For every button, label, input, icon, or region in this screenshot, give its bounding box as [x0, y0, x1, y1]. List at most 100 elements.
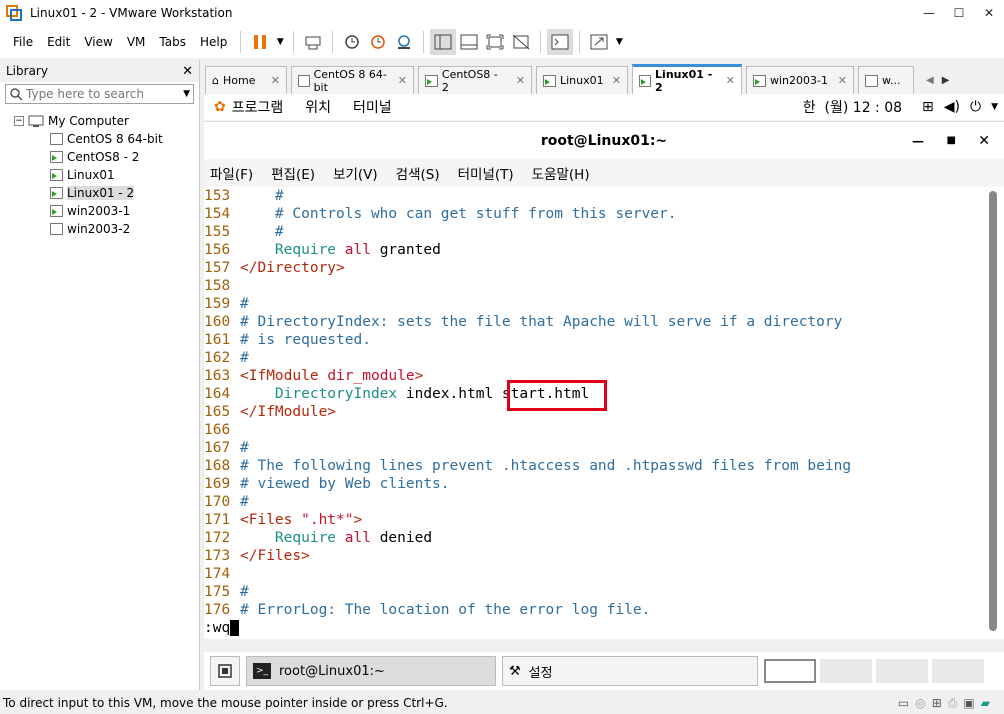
vm-tabs: ⌂ Home ✕ CentOS 8 64-bit ✕ CentOS8 - 2 ✕ Lin…: [205, 64, 1004, 94]
close-tab-icon[interactable]: ✕: [508, 74, 525, 87]
terminal-minimize-button[interactable]: —: [912, 134, 924, 148]
full-screen-icon[interactable]: [482, 29, 508, 55]
menu-view[interactable]: View: [77, 35, 119, 49]
terminal-menu-terminal[interactable]: 터미널(T): [458, 163, 514, 183]
tab-w[interactable]: w...: [858, 66, 914, 94]
tab-centos8-64bit[interactable]: CentOS 8 64-bit ✕: [291, 66, 414, 94]
vi-editor[interactable]: 153 # 154 # Controls who can get stuff fr…: [204, 187, 987, 639]
tab-scroll-right-icon[interactable]: ▶: [942, 75, 950, 86]
terminal-menu-view[interactable]: 보기(V): [333, 163, 378, 183]
terminal-scrollbar[interactable]: [987, 187, 1004, 639]
network-adapter-icon[interactable]: ⊞: [932, 696, 942, 710]
line-number: 176: [204, 602, 231, 618]
workspace-3[interactable]: [876, 659, 928, 683]
console-view-icon[interactable]: [547, 29, 574, 55]
tree-item-win2003-2[interactable]: win2003-2: [0, 220, 199, 238]
gnome-apps-icon: ✿: [214, 99, 226, 115]
code-line: 173 </Files>: [204, 548, 310, 564]
gnome-programs-menu[interactable]: 프로그램: [232, 97, 284, 117]
send-keys-icon[interactable]: [300, 29, 326, 55]
line-number: 172: [204, 530, 231, 546]
terminal-close-button[interactable]: ✕: [978, 133, 990, 149]
unity-icon[interactable]: [508, 29, 534, 55]
message-icon[interactable]: ▰: [981, 696, 990, 710]
tab-centos8-2[interactable]: CentOS8 - 2 ✕: [418, 66, 532, 94]
tab-linux01[interactable]: Linux01 ✕: [536, 66, 628, 94]
collapse-icon[interactable]: −: [14, 116, 24, 126]
running-vm-icon: [50, 169, 63, 181]
terminal-menu-edit[interactable]: 편집(E): [271, 163, 315, 183]
gnome-clock[interactable]: 한 (월) 12 : 08: [803, 97, 902, 117]
code-line: 154 # Controls who can get stuff from th…: [204, 206, 677, 222]
terminal-maximize-button[interactable]: ■: [947, 135, 956, 146]
tab-home[interactable]: ⌂ Home ✕: [205, 66, 287, 94]
code-line: 168 # The following lines prevent .htacce…: [204, 458, 852, 474]
menu-help[interactable]: Help: [193, 35, 234, 49]
hard-disk-icon[interactable]: ▭: [898, 696, 909, 710]
sound-icon[interactable]: ▣: [963, 696, 974, 710]
vi-command-line[interactable]: :wq: [204, 619, 987, 637]
printer-icon[interactable]: ⎙: [948, 696, 958, 711]
volume-icon[interactable]: ◀): [944, 99, 960, 115]
menu-edit[interactable]: Edit: [40, 35, 77, 49]
show-library-icon[interactable]: [430, 29, 457, 55]
library-search-input[interactable]: [26, 87, 184, 101]
close-tab-icon[interactable]: ✕: [390, 74, 407, 87]
tab-win2003-1[interactable]: win2003-1 ✕: [746, 66, 854, 94]
snapshot-manager-icon[interactable]: [391, 29, 417, 55]
terminal-menu-search[interactable]: 검색(S): [396, 163, 440, 183]
tree-item-centos8-64bit[interactable]: CentOS 8 64-bit: [0, 130, 199, 148]
close-tab-icon[interactable]: ✕: [263, 74, 280, 87]
line-number: 164: [204, 386, 231, 402]
tab-linux01-2[interactable]: Linux01 - 2 ✕: [632, 64, 742, 94]
chevron-down-icon[interactable]: ▼: [612, 29, 626, 55]
thumbnail-bar-icon[interactable]: [456, 29, 482, 55]
menu-tabs[interactable]: Tabs: [152, 35, 193, 49]
vm-tree: − My Computer CentOS 8 64-bit CentOS8 - …: [0, 112, 199, 238]
workspace-4[interactable]: [932, 659, 984, 683]
workspace-2[interactable]: [820, 659, 872, 683]
network-icon[interactable]: ⊞: [922, 99, 934, 115]
menu-file[interactable]: File: [6, 35, 40, 49]
tree-item-centos8-2[interactable]: CentOS8 - 2: [0, 148, 199, 166]
power-icon[interactable]: ⏻: [970, 99, 981, 115]
workspace-1[interactable]: [764, 659, 816, 683]
minimize-button[interactable]: —: [914, 0, 944, 26]
close-tab-icon[interactable]: ✕: [830, 74, 847, 87]
vm-icon: [865, 74, 878, 87]
terminal-menu-file[interactable]: 파일(F): [210, 163, 253, 183]
revert-snapshot-icon[interactable]: [365, 29, 391, 55]
taskbar-settings-button[interactable]: ⚒ 설정: [502, 656, 758, 686]
line-number: 157: [204, 260, 231, 276]
taskbar-terminal-button[interactable]: >_ root@Linux01:~: [246, 656, 496, 686]
terminal-menu-help[interactable]: 도움말(H): [532, 163, 590, 183]
gnome-terminal-menu[interactable]: 터미널: [353, 97, 392, 117]
tree-item-linux01[interactable]: Linux01: [0, 166, 199, 184]
close-tab-icon[interactable]: ✕: [604, 74, 621, 87]
title-bar: Linux01 - 2 - VMware Workstation — ☐ ✕: [0, 0, 1004, 26]
scrollbar-thumb[interactable]: [989, 191, 997, 631]
gnome-places-menu[interactable]: 위치: [305, 97, 331, 117]
pause-icon[interactable]: [247, 29, 273, 55]
cd-icon[interactable]: ◎: [915, 696, 925, 710]
close-library-icon[interactable]: ✕: [182, 64, 193, 79]
gnome-top-bar: ✿ 프로그램 위치 터미널 한 (월) 12 : 08 ⊞ ◀) ⏻ ▼: [204, 94, 1004, 120]
close-tab-icon[interactable]: ✕: [718, 74, 735, 87]
show-desktop-button[interactable]: [210, 656, 240, 686]
library-search[interactable]: ▼: [5, 84, 194, 104]
close-window-button[interactable]: ✕: [974, 0, 1004, 26]
tree-item-linux01-2[interactable]: Linux01 - 2: [0, 184, 199, 202]
stretch-guest-icon[interactable]: [586, 29, 612, 55]
snapshot-icon[interactable]: [339, 29, 365, 55]
tab-label: CentOS 8 64-bit: [313, 67, 387, 94]
tab-scroll-left-icon[interactable]: ◀: [926, 75, 934, 86]
code-line: 156 Require all granted: [204, 242, 441, 258]
tree-root[interactable]: − My Computer: [0, 112, 199, 130]
maximize-button[interactable]: ☐: [944, 0, 974, 26]
chevron-down-icon[interactable]: ▼: [183, 89, 190, 99]
menu-vm[interactable]: VM: [120, 35, 153, 49]
tree-item-win2003-1[interactable]: win2003-1: [0, 202, 199, 220]
chevron-down-icon[interactable]: ▼: [991, 102, 998, 112]
chevron-down-icon[interactable]: ▼: [273, 29, 287, 55]
line-number: 161: [204, 332, 231, 348]
